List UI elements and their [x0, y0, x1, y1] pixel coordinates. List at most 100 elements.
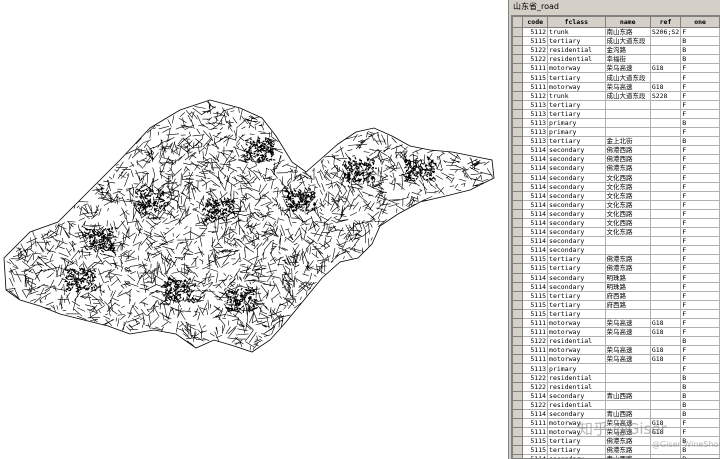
cell-fclass[interactable]: trunk	[547, 26, 606, 38]
row-selector[interactable]	[512, 427, 524, 438]
cell-code[interactable]: 5122	[522, 381, 549, 392]
cell-oneway[interactable]: F	[680, 308, 720, 320]
cell-code[interactable]: 5114	[522, 190, 549, 201]
cell-oneway[interactable]: F	[680, 199, 720, 210]
row-selector[interactable]	[512, 81, 524, 92]
cell-ref[interactable]	[649, 308, 682, 320]
cell-fclass[interactable]: tertiary	[547, 263, 606, 274]
cell-oneway[interactable]: F	[680, 299, 720, 310]
cell-name[interactable]: 青山西路	[604, 454, 651, 458]
cell-name[interactable]: 文化西路	[604, 208, 651, 219]
table-row[interactable]: 5111 motorway 荣乌高速 G18 F	[512, 354, 720, 365]
row-selector[interactable]	[512, 281, 524, 292]
table-row[interactable]: 5111 motorway 荣乌高速 G18 F	[512, 317, 720, 329]
cell-oneway[interactable]: F	[680, 190, 720, 201]
cell-ref[interactable]	[649, 381, 682, 392]
cell-ref[interactable]	[649, 154, 682, 165]
cell-name[interactable]: 荣乌高速	[604, 81, 651, 92]
row-selector[interactable]	[512, 117, 524, 129]
cell-ref[interactable]	[649, 127, 682, 138]
table-row[interactable]: 5114secondary青山西路 B	[512, 454, 720, 458]
cell-oneway[interactable]: F	[680, 354, 720, 365]
cell-oneway[interactable]: B	[680, 399, 720, 410]
table-row[interactable]: 5114 secondary 文化东路 F	[512, 199, 720, 210]
cell-code[interactable]: 5115	[522, 308, 549, 320]
cell-oneway[interactable]: B	[680, 336, 720, 347]
cell-code[interactable]: 5114	[522, 408, 549, 420]
cell-oneway[interactable]: F	[680, 363, 720, 374]
row-selector[interactable]	[512, 163, 524, 174]
cell-ref[interactable]	[649, 181, 682, 192]
cell-name[interactable]	[604, 236, 651, 247]
cell-oneway[interactable]: B	[680, 117, 720, 129]
cell-name[interactable]: 佛港东路	[604, 163, 651, 174]
table-row[interactable]: 5122 residential B	[512, 381, 720, 392]
row-selector[interactable]	[512, 227, 524, 238]
row-selector[interactable]	[512, 418, 524, 429]
cell-code[interactable]: 5113	[522, 363, 549, 374]
table-row[interactable]: 5114 secondary 佛港西路 F	[512, 145, 720, 156]
table-row[interactable]: 5115 tertiary 成山大道东段 F	[512, 72, 720, 83]
cell-code[interactable]: 5115	[522, 436, 549, 447]
table-row[interactable]: 5113 tertiary 金上北街 B	[512, 136, 720, 147]
table-row[interactable]: 5114 secondary 明珠路 F	[512, 281, 720, 292]
attribute-table[interactable]: code fclass name ref one 5112 trunk 南山东路 S2…	[511, 15, 720, 459]
cell-oneway[interactable]: F	[680, 272, 720, 283]
cell-fclass[interactable]: tertiary	[547, 108, 606, 119]
column-header-name[interactable]: name	[604, 16, 651, 28]
cell-fclass[interactable]: secondary	[547, 454, 606, 458]
cell-fclass[interactable]: residential	[547, 381, 606, 392]
cell-ref[interactable]: S228	[649, 90, 682, 101]
row-selector[interactable]	[512, 345, 524, 356]
cell-oneway[interactable]: F	[680, 72, 720, 83]
cell-fclass[interactable]: secondary	[547, 190, 606, 201]
table-row[interactable]: 5113 tertiary F	[512, 108, 720, 119]
table-row[interactable]: 5112 trunk 成山大道东段 S228 F	[512, 90, 720, 101]
row-selector[interactable]	[512, 63, 524, 74]
table-row[interactable]: 5122 residential 幸福街 B	[512, 54, 720, 65]
table-row[interactable]: 5114 secondary 文化西路 F	[512, 217, 720, 229]
cell-ref[interactable]	[649, 190, 682, 201]
table-row[interactable]: 5113 tertiary F	[512, 99, 720, 110]
cell-code[interactable]: 5114	[522, 217, 549, 229]
table-row[interactable]: 5122 residential 金沟路 B	[512, 45, 720, 56]
row-selector[interactable]	[512, 254, 524, 265]
cell-fclass[interactable]: tertiary	[547, 136, 606, 147]
cell-fclass[interactable]: residential	[547, 45, 606, 56]
cell-fclass[interactable]: secondary	[547, 181, 606, 192]
cell-name[interactable]: 文化东路	[604, 227, 651, 238]
row-selector[interactable]	[512, 299, 524, 310]
cell-oneway[interactable]: F	[680, 81, 720, 92]
row-selector[interactable]	[512, 26, 524, 38]
cell-code[interactable]: 5111	[522, 317, 549, 329]
table-row[interactable]: 5115 tertiary 佛港东路 F	[512, 263, 720, 274]
cell-fclass[interactable]: secondary	[547, 236, 606, 247]
cell-fclass[interactable]: tertiary	[547, 36, 606, 47]
table-row[interactable]: 5114 secondary 明珠路 F	[512, 272, 720, 283]
cell-ref[interactable]	[649, 45, 682, 56]
cell-code[interactable]: 5112	[522, 26, 549, 38]
cell-code[interactable]: 5114	[522, 272, 549, 283]
cell-name[interactable]	[604, 372, 651, 383]
row-selector[interactable]	[512, 445, 524, 456]
cell-oneway[interactable]: F	[680, 63, 720, 74]
column-header-code[interactable]: code	[522, 16, 549, 28]
cell-fclass[interactable]: secondary	[547, 163, 606, 174]
cell-code[interactable]: 5111	[522, 345, 549, 356]
cell-name[interactable]: 荣乌高速	[604, 345, 651, 356]
table-row[interactable]: 5111 motorway 荣乌高速 G18 F	[512, 81, 720, 92]
row-selector[interactable]	[512, 354, 524, 365]
cell-ref[interactable]: S206;S2	[649, 26, 682, 38]
cell-code[interactable]: 5122	[522, 54, 549, 65]
cell-name[interactable]: 府西路	[604, 290, 651, 301]
row-selector[interactable]	[512, 127, 524, 138]
cell-fclass[interactable]: secondary	[547, 245, 606, 256]
cell-ref[interactable]	[649, 281, 682, 292]
cell-code[interactable]: 5114	[522, 390, 549, 401]
cell-oneway[interactable]: B	[680, 408, 720, 420]
cell-ref[interactable]	[649, 299, 682, 310]
cell-ref[interactable]	[649, 99, 682, 110]
cell-ref[interactable]	[649, 254, 682, 265]
cell-ref[interactable]	[649, 399, 682, 410]
cell-fclass[interactable]: secondary	[547, 199, 606, 210]
